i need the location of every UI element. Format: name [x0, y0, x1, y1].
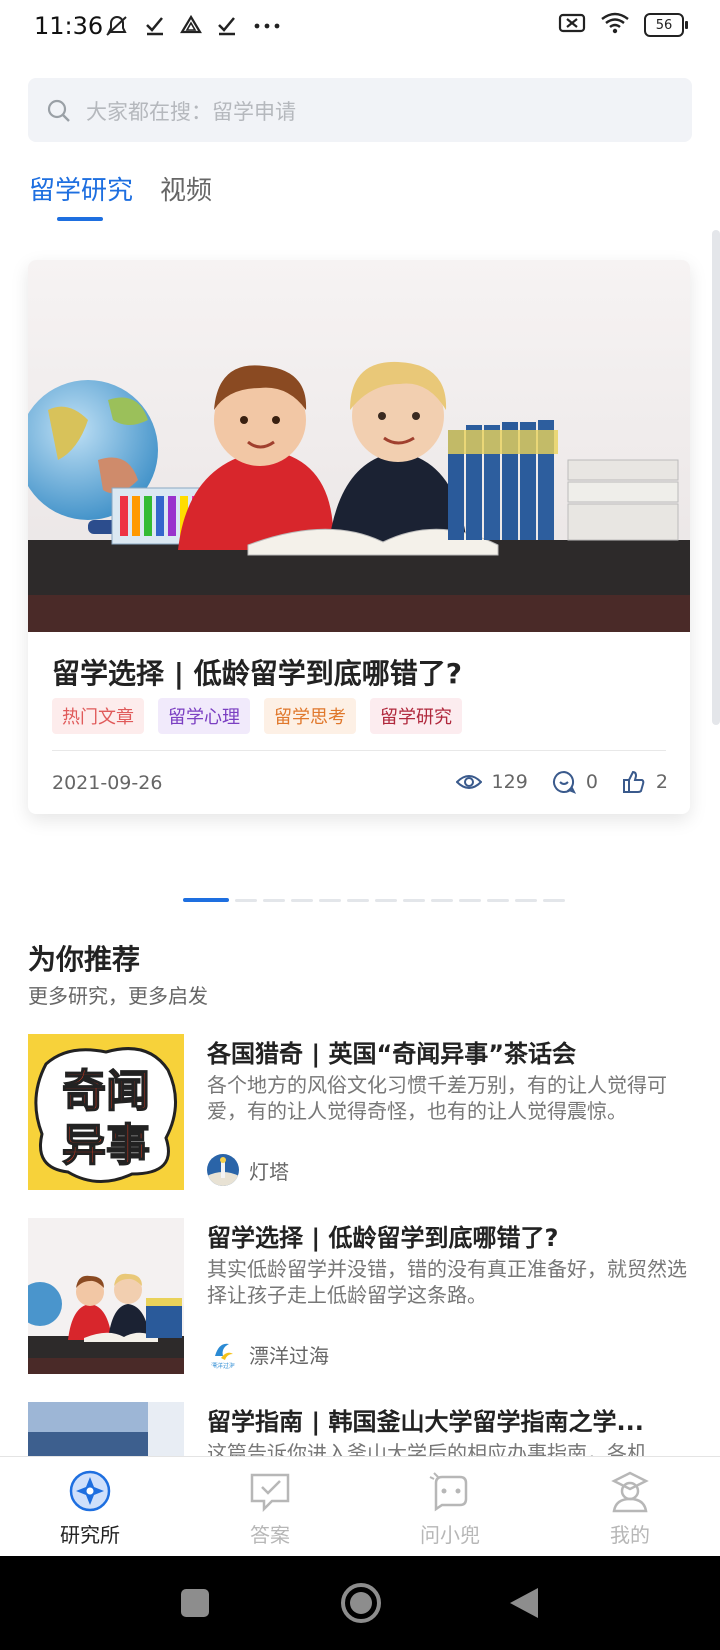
status-bar: 11:36 56 — [0, 0, 720, 56]
tab-video[interactable]: 视频 — [160, 170, 212, 207]
comments-count: 0 — [585, 771, 598, 793]
tag-study-thinking[interactable]: 留学思考 — [264, 698, 356, 734]
tab-indicator — [57, 217, 103, 221]
featured-article-card[interactable]: 留学选择 | 低龄留学到底哪错了? 热门文章 留学心理 留学思考 留学研究 20… — [28, 260, 690, 814]
profile-icon — [611, 1471, 649, 1513]
system-navigation-bar — [0, 1556, 720, 1650]
check-icon — [144, 14, 166, 43]
nav-label: 研究所 — [60, 1523, 120, 1547]
status-icons — [104, 14, 282, 43]
search-icon — [47, 99, 70, 122]
item-description: 其实低龄留学并没错，错的没有真正准备好，就贸然选择让孩子走上低龄留学这条路。 — [207, 1257, 687, 1307]
carousel-dot[interactable] — [431, 898, 453, 902]
thumb-text-1: 奇闻 — [62, 1066, 150, 1117]
tab-study-research[interactable]: 留学研究 — [29, 170, 133, 207]
carousel-dot[interactable] — [319, 898, 341, 902]
nav-mine[interactable]: 我的 — [540, 1457, 720, 1557]
card-divider — [52, 750, 666, 751]
author-name: 漂洋过海 — [249, 1343, 329, 1368]
carousel-dot[interactable] — [347, 898, 369, 902]
tag-hot-article[interactable]: 热门文章 — [52, 698, 144, 734]
views-count: 129 — [491, 771, 528, 793]
avatar — [207, 1154, 239, 1186]
nav-answer[interactable]: 答案 — [180, 1457, 360, 1557]
carousel-dot[interactable] — [459, 898, 481, 902]
eye-icon — [455, 775, 482, 789]
answer-icon — [250, 1473, 290, 1513]
comments-stat[interactable]: 0 — [552, 770, 598, 794]
thumb-text-2: 异事 — [62, 1120, 150, 1171]
search-bar[interactable]: 大家都在搜：留学申请 — [28, 78, 692, 142]
tag-study-psychology[interactable]: 留学心理 — [158, 698, 250, 734]
carousel-dot[interactable] — [263, 898, 285, 902]
carousel-indicator[interactable] — [183, 898, 565, 902]
carousel-dot[interactable] — [403, 898, 425, 902]
featured-article-tags: 热门文章 留学心理 留学思考 留学研究 — [52, 698, 462, 734]
item-title: 留学选择 | 低龄留学到底哪错了? — [207, 1224, 559, 1252]
item-description: 各个地方的风俗文化习惯千差万别，有的让人觉得可爱，有的让人觉得奇怪，也有的让人觉… — [207, 1073, 667, 1123]
check-icon — [216, 14, 238, 43]
scrollbar[interactable] — [712, 230, 720, 725]
nav-label: 答案 — [250, 1523, 290, 1547]
list-item[interactable]: 留学选择 | 低龄留学到底哪错了? 其实低龄留学并没错，错的没有真正准备好，就贸… — [28, 1218, 698, 1378]
carousel-dot[interactable] — [543, 898, 565, 902]
nav-research[interactable]: 研究所 — [0, 1457, 180, 1557]
featured-article-title: 留学选择 | 低龄留学到底哪错了? — [52, 657, 462, 690]
nav-label: 问小兜 — [420, 1523, 480, 1547]
carousel-dot[interactable] — [183, 898, 229, 902]
drive-icon — [180, 14, 202, 43]
battery-icon: 56 — [644, 13, 688, 37]
carousel-dot[interactable] — [291, 898, 313, 902]
avatar: 漂洋过海 — [207, 1338, 239, 1370]
more-icon — [252, 14, 282, 43]
article-date: 2021-09-26 — [52, 772, 163, 794]
avatar-text: 漂洋过海 — [211, 1362, 235, 1370]
section-title: 为你推荐 — [28, 943, 141, 976]
tag-study-research[interactable]: 留学研究 — [370, 698, 462, 734]
mute-icon — [104, 14, 130, 43]
item-title: 各国猎奇 | 英国“奇闻异事”茶话会 — [207, 1040, 577, 1068]
chat-bot-icon — [429, 1472, 468, 1512]
compass-icon — [69, 1470, 111, 1512]
article-thumbnail: 奇闻 异事 — [28, 1034, 184, 1190]
featured-article-image — [28, 260, 690, 632]
views-stat: 129 — [455, 771, 528, 793]
carousel-dot[interactable] — [375, 898, 397, 902]
thumbs-up-icon — [622, 770, 645, 793]
comment-icon — [552, 770, 576, 794]
likes-count: 2 — [655, 771, 668, 793]
article-stats: 129 0 2 — [455, 770, 668, 794]
wifi-icon — [600, 12, 630, 38]
section-subtitle: 更多研究，更多启发 — [28, 984, 208, 1008]
carousel-dot[interactable] — [515, 898, 537, 902]
author-name: 灯塔 — [249, 1159, 289, 1184]
no-sim-icon — [558, 12, 586, 38]
carousel-dot[interactable] — [235, 898, 257, 902]
status-time: 11:36 — [34, 12, 104, 40]
item-author[interactable]: 漂洋过海 漂洋过海 — [207, 1338, 329, 1370]
status-right: 56 — [558, 12, 688, 38]
item-author[interactable]: 灯塔 — [207, 1154, 289, 1186]
item-title: 留学指南 | 韩国釜山大学留学指南之学... — [207, 1408, 644, 1436]
likes-stat[interactable]: 2 — [622, 770, 668, 794]
back-button[interactable] — [508, 1586, 540, 1620]
carousel-dot[interactable] — [487, 898, 509, 902]
nav-ask-xiaodou[interactable]: 问小兜 — [360, 1457, 540, 1557]
bottom-navigation: 研究所 答案 问小兜 我的 — [0, 1456, 720, 1557]
article-thumbnail — [28, 1218, 184, 1374]
search-placeholder: 大家都在搜：留学申请 — [86, 100, 296, 124]
nav-label: 我的 — [610, 1523, 650, 1547]
recents-button[interactable] — [180, 1588, 210, 1618]
list-item[interactable]: 奇闻 异事 各国猎奇 | 英国“奇闻异事”茶话会 各个地方的风俗文化习惯千差万别… — [28, 1034, 698, 1194]
home-button[interactable] — [340, 1582, 382, 1624]
